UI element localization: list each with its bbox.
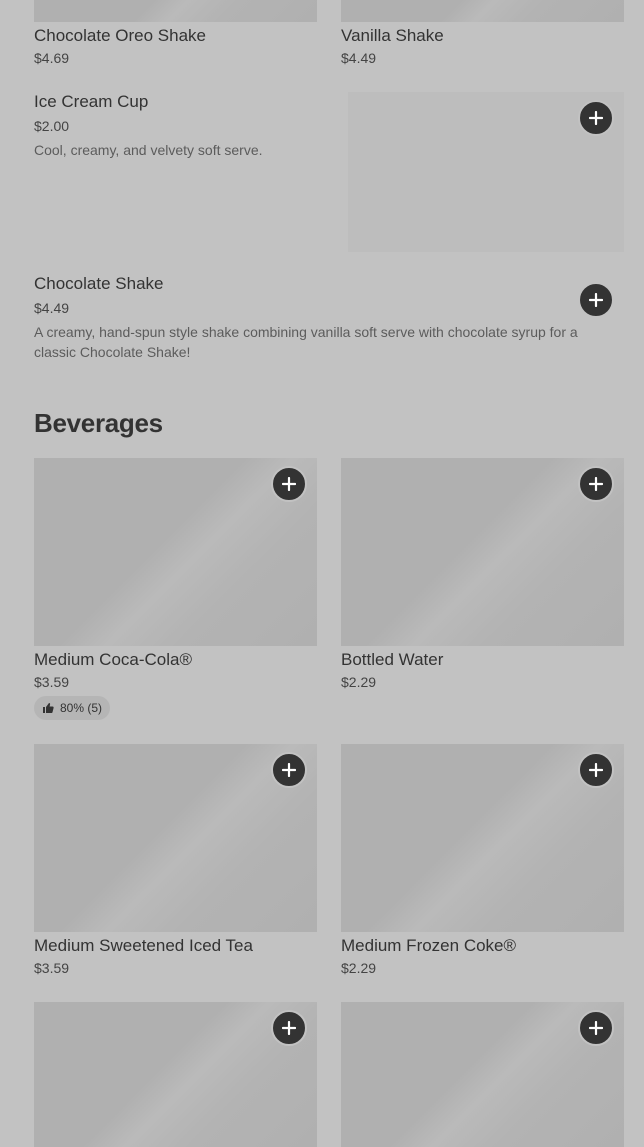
- add-button[interactable]: [271, 752, 307, 788]
- item-price: $3.59: [34, 960, 70, 976]
- item-price: $4.69: [34, 50, 70, 66]
- item-name[interactable]: Medium Coca-Cola®: [34, 650, 192, 670]
- item-name[interactable]: Chocolate Oreo Shake: [34, 26, 206, 46]
- item-price: $4.49: [34, 300, 70, 316]
- plus-icon: [589, 763, 603, 777]
- plus-icon: [589, 477, 603, 491]
- item-image-chocolate-oreo-shake[interactable]: [34, 0, 317, 22]
- add-button[interactable]: [578, 100, 614, 136]
- plus-icon: [282, 1021, 296, 1035]
- item-name[interactable]: Medium Frozen Coke®: [341, 936, 516, 956]
- item-price: $2.00: [34, 118, 70, 134]
- item-description: Cool, creamy, and velvety soft serve.: [34, 142, 263, 158]
- plus-icon: [282, 477, 296, 491]
- item-description: A creamy, hand-spun style shake combinin…: [34, 324, 578, 360]
- add-button[interactable]: [578, 466, 614, 502]
- item-name[interactable]: Chocolate Shake: [34, 274, 163, 294]
- add-button[interactable]: [271, 1010, 307, 1046]
- item-image-vanilla-shake[interactable]: [341, 0, 624, 22]
- rating-badge: 80% (5): [34, 696, 111, 720]
- item-price: $2.29: [341, 960, 377, 976]
- add-button[interactable]: [578, 1010, 614, 1046]
- section-title: Beverages: [34, 408, 163, 438]
- plus-icon: [589, 111, 603, 125]
- item-name[interactable]: Medium Sweetened Iced Tea: [34, 936, 253, 956]
- item-price: $4.49: [341, 50, 377, 66]
- plus-icon: [282, 763, 296, 777]
- item-price: $2.29: [341, 674, 377, 690]
- item-name[interactable]: Vanilla Shake: [341, 26, 444, 46]
- thumbs-up-icon: [43, 703, 54, 713]
- rating-text: 80% (5): [60, 701, 103, 715]
- add-button[interactable]: [271, 466, 307, 502]
- item-name[interactable]: Bottled Water: [341, 650, 443, 670]
- plus-icon: [589, 293, 603, 307]
- plus-icon: [589, 1021, 603, 1035]
- item-name[interactable]: Ice Cream Cup: [34, 92, 148, 112]
- item-price: $3.59: [34, 674, 70, 690]
- add-button[interactable]: [578, 752, 614, 788]
- add-button[interactable]: [578, 282, 614, 318]
